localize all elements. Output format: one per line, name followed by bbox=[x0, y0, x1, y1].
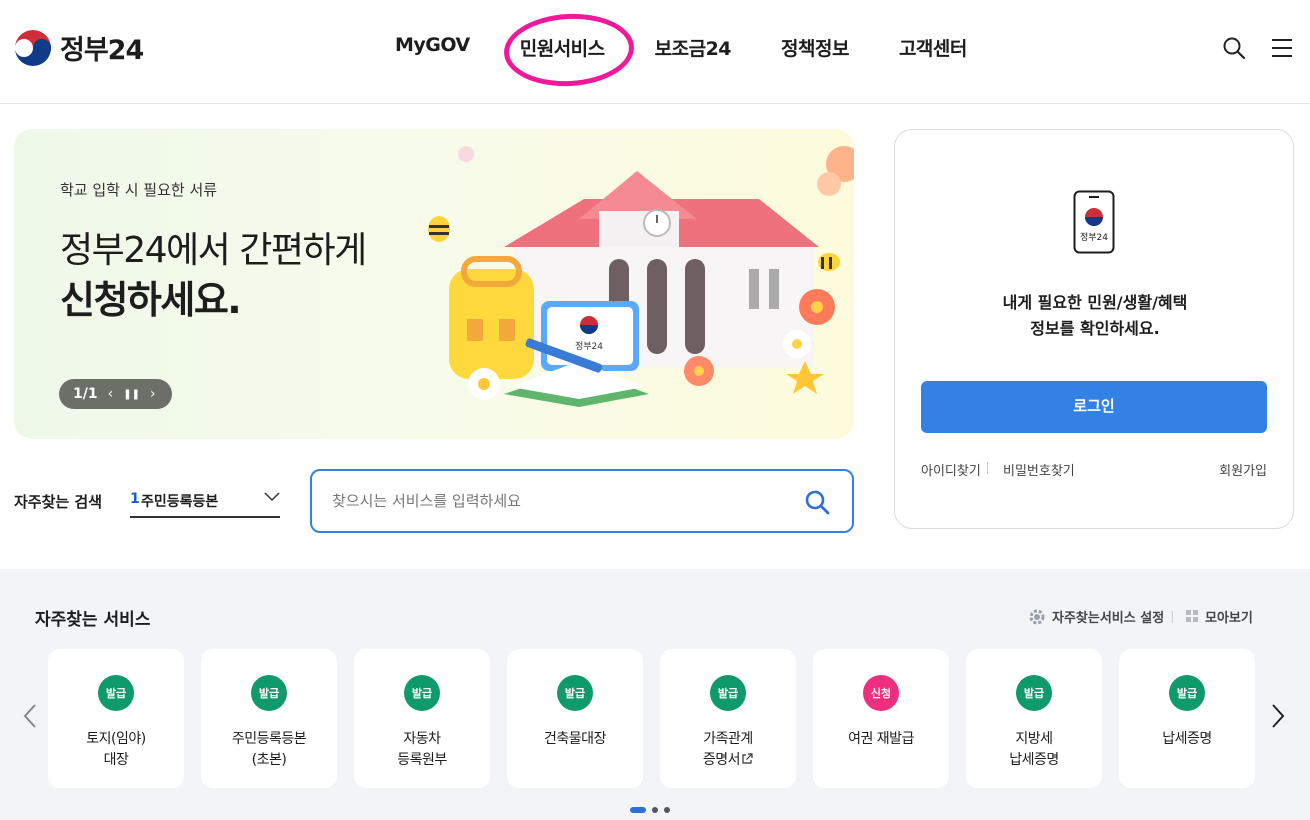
login-message-line2: 정보를 확인하세요. bbox=[1030, 319, 1160, 338]
nav-subsidy24[interactable]: 보조금24 bbox=[655, 34, 732, 61]
service-card-family-certificate[interactable]: 발급 가족관계 증명서 bbox=[660, 649, 796, 788]
issue-badge: 발급 bbox=[1169, 675, 1205, 711]
service-card-line1: 토지(임야) bbox=[86, 731, 146, 747]
nav-customer-center[interactable]: 고객센터 bbox=[899, 34, 967, 61]
nav-civil-service[interactable]: 민원서비스 bbox=[520, 34, 605, 61]
service-card-land-register[interactable]: 발급 토지(임야) 대장 bbox=[48, 649, 184, 788]
banner-next-icon[interactable]: › bbox=[150, 386, 156, 402]
service-card-label: 자동차 등록원부 bbox=[354, 729, 490, 771]
pagination-dot-active[interactable] bbox=[630, 807, 646, 813]
service-card-label: 건축물대장 bbox=[507, 729, 643, 750]
apply-badge: 신청 bbox=[863, 675, 899, 711]
frequent-search-label: 자주찾는 검색 bbox=[14, 493, 103, 511]
service-card-label: 토지(임야) 대장 bbox=[48, 729, 184, 771]
header-divider bbox=[1172, 611, 1173, 623]
service-card-line2: (초본) bbox=[251, 752, 287, 768]
service-card-label: 여권 재발급 bbox=[813, 729, 949, 750]
service-card-label: 납세증명 bbox=[1119, 729, 1255, 750]
service-card-line2: 대장 bbox=[103, 752, 129, 768]
service-card-line1: 지방세 bbox=[1015, 731, 1053, 747]
login-panel: 정부24 내게 필요한 민원/생활/혜택 정보를 확인하세요. 로그인 아이디찾… bbox=[894, 129, 1294, 529]
school-illustration: 정부24 bbox=[428, 146, 854, 407]
login-message: 내게 필요한 민원/생활/혜택 정보를 확인하세요. bbox=[895, 290, 1295, 342]
service-search-box bbox=[310, 469, 854, 533]
carousel-pagination bbox=[630, 807, 670, 813]
service-cards: 발급 토지(임야) 대장 발급 주민등록등본 (초본) 발급 자동차 등록원부 … bbox=[48, 649, 1255, 788]
service-card-label: 지방세 납세증명 bbox=[966, 729, 1102, 771]
site-header: 정부24 MyGOV 민원서비스 보조금24 정책정보 고객센터 bbox=[0, 0, 1310, 104]
banner-subtitle: 학교 입학 시 필요한 서류 bbox=[60, 181, 218, 199]
issue-badge: 발급 bbox=[404, 675, 440, 711]
service-card-line2: 납세증명 bbox=[1009, 752, 1059, 768]
banner-pause-icon[interactable]: ❚❚ bbox=[123, 389, 140, 400]
find-id-link[interactable]: 아이디찾기 bbox=[921, 460, 981, 479]
service-card-line1: 자동차 bbox=[403, 731, 441, 747]
nav-policy-info[interactable]: 정책정보 bbox=[781, 34, 849, 61]
chevron-down-icon bbox=[264, 492, 280, 502]
site-logo[interactable]: 정부24 bbox=[14, 28, 144, 67]
carousel-next-icon[interactable] bbox=[1270, 703, 1286, 729]
nav-mygov[interactable]: MyGOV bbox=[395, 34, 470, 61]
service-card-tax-certificate[interactable]: 발급 납세증명 bbox=[1119, 649, 1255, 788]
service-card-line1: 건축물대장 bbox=[544, 731, 606, 747]
banner-title: 정부24에서 간편하게 bbox=[60, 230, 367, 271]
tablet-label: 정부24 bbox=[575, 341, 603, 352]
service-card-line1: 가족관계 bbox=[703, 731, 753, 747]
service-card-line1: 주민등록등본 bbox=[231, 731, 307, 747]
pagination-dot[interactable] bbox=[664, 807, 670, 813]
service-card-resident-register[interactable]: 발급 주민등록등본 (초본) bbox=[201, 649, 337, 788]
service-card-line1: 납세증명 bbox=[1162, 731, 1212, 747]
banner-title-bold: 신청하세요. bbox=[60, 278, 242, 322]
banner-page-count: 1/1 bbox=[73, 386, 98, 402]
find-password-link[interactable]: 비밀번호찾기 bbox=[1003, 460, 1075, 479]
login-message-line1: 내게 필요한 민원/생활/혜택 bbox=[1002, 293, 1188, 312]
issue-badge: 발급 bbox=[98, 675, 134, 711]
main-banner[interactable]: 학교 입학 시 필요한 서류 정부24에서 간편하게 신청하세요. 1/1 ‹ … bbox=[14, 129, 854, 439]
service-search-input[interactable] bbox=[332, 487, 792, 515]
search-icon[interactable] bbox=[1222, 36, 1246, 60]
issue-badge: 발급 bbox=[251, 675, 287, 711]
service-card-line1: 여권 재발급 bbox=[848, 731, 914, 747]
phone-label: 정부24 bbox=[1080, 232, 1108, 243]
mobile-gov24-icon: 정부24 bbox=[1073, 190, 1115, 254]
service-card-passport-reissue[interactable]: 신청 여권 재발급 bbox=[813, 649, 949, 788]
banner-pager: 1/1 ‹ ❚❚ › bbox=[59, 379, 172, 409]
service-card-local-tax-certificate[interactable]: 발급 지방세 납세증명 bbox=[966, 649, 1102, 788]
service-card-line2-row: 증명서 bbox=[660, 750, 796, 771]
carousel-prev-icon[interactable] bbox=[22, 703, 38, 729]
services-title: 자주찾는 서비스 bbox=[35, 610, 151, 630]
services-setting-button[interactable]: 자주찾는서비스 설정 bbox=[1028, 607, 1164, 626]
banner-prev-icon[interactable]: ‹ bbox=[108, 386, 114, 402]
issue-badge: 발급 bbox=[1016, 675, 1052, 711]
service-card-label: 주민등록등본 (초본) bbox=[201, 729, 337, 771]
login-button[interactable]: 로그인 bbox=[921, 381, 1267, 433]
service-card-line2: 등록원부 bbox=[397, 752, 447, 768]
frequent-search-value: 주민등록등본 bbox=[141, 494, 219, 510]
grid-icon bbox=[1186, 610, 1198, 622]
service-card-label: 가족관계 증명서 bbox=[660, 729, 796, 771]
issue-badge: 발급 bbox=[710, 675, 746, 711]
pagination-dot[interactable] bbox=[652, 807, 658, 813]
service-card-building-register[interactable]: 발급 건축물대장 bbox=[507, 649, 643, 788]
search-submit-icon[interactable] bbox=[804, 489, 830, 515]
external-link-icon bbox=[742, 753, 753, 764]
frequent-search-dropdown[interactable]: 1 주민등록등본 bbox=[130, 486, 280, 518]
menu-icon[interactable] bbox=[1270, 36, 1294, 60]
signup-link[interactable]: 회원가입 bbox=[1219, 460, 1267, 479]
service-card-vehicle-register[interactable]: 발급 자동차 등록원부 bbox=[354, 649, 490, 788]
services-setting-label: 자주찾는서비스 설정 bbox=[1052, 611, 1165, 626]
gear-icon bbox=[1029, 609, 1045, 624]
link-divider bbox=[987, 462, 988, 474]
frequent-services-section: 자주찾는 서비스 자주찾는서비스 설정 모아보기 발급 토지(임야) 대장 발급 bbox=[0, 569, 1310, 820]
logo-text: 정부24 bbox=[60, 35, 144, 66]
service-card-line2: 증명서 bbox=[702, 752, 741, 768]
services-viewall-button[interactable]: 모아보기 bbox=[1186, 607, 1253, 626]
services-viewall-label: 모아보기 bbox=[1205, 611, 1253, 626]
frequent-search-rank: 1 bbox=[130, 491, 140, 507]
issue-badge: 발급 bbox=[557, 675, 593, 711]
taegeuk-logo-icon bbox=[14, 29, 52, 66]
main-nav: MyGOV 민원서비스 보조금24 정책정보 고객센터 bbox=[395, 34, 1017, 61]
